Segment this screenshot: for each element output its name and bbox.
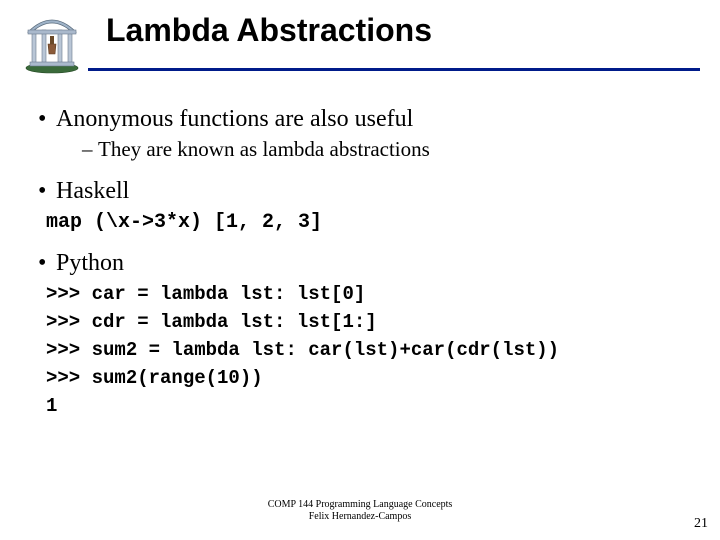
code-python-line-5: 1 xyxy=(46,395,690,417)
code-haskell: map (\x->3*x) [1, 2, 3] xyxy=(46,211,690,234)
bullet-python: •Python xyxy=(40,250,690,277)
slide: Lambda Abstractions •Anonymous functions… xyxy=(0,0,720,540)
bullet-text: Anonymous functions are also useful xyxy=(56,106,413,132)
bullet-dot-icon: • xyxy=(38,178,56,205)
bullet-anonymous-functions: •Anonymous functions are also useful xyxy=(40,106,690,133)
unc-old-well-icon xyxy=(18,6,86,74)
footer: COMP 144 Programming Language Concepts F… xyxy=(0,499,720,522)
bullet-dash-icon: – xyxy=(82,137,98,162)
bullet-haskell: •Haskell xyxy=(40,178,690,205)
page-number: 21 xyxy=(694,516,708,532)
code-python-line-4: >>> sum2(range(10)) xyxy=(46,367,690,389)
bullet-text: Python xyxy=(56,250,124,276)
bullet-dot-icon: • xyxy=(38,106,56,133)
title-underline xyxy=(88,68,700,71)
code-python-line-3: >>> sum2 = lambda lst: car(lst)+car(cdr(… xyxy=(46,339,690,361)
code-python-line-1: >>> car = lambda lst: lst[0] xyxy=(46,283,690,305)
footer-line-2: Felix Hernandez-Campos xyxy=(0,511,720,523)
bullet-dot-icon: • xyxy=(38,250,56,277)
footer-line-1: COMP 144 Programming Language Concepts xyxy=(0,499,720,511)
content-area: •Anonymous functions are also useful –Th… xyxy=(40,98,690,417)
subbullet-text: They are known as lambda abstractions xyxy=(98,137,430,161)
subbullet-lambda-abstractions: –They are known as lambda abstractions xyxy=(82,137,690,162)
slide-title: Lambda Abstractions xyxy=(106,12,432,49)
bullet-text: Haskell xyxy=(56,178,129,204)
code-python-line-2: >>> cdr = lambda lst: lst[1:] xyxy=(46,311,690,333)
